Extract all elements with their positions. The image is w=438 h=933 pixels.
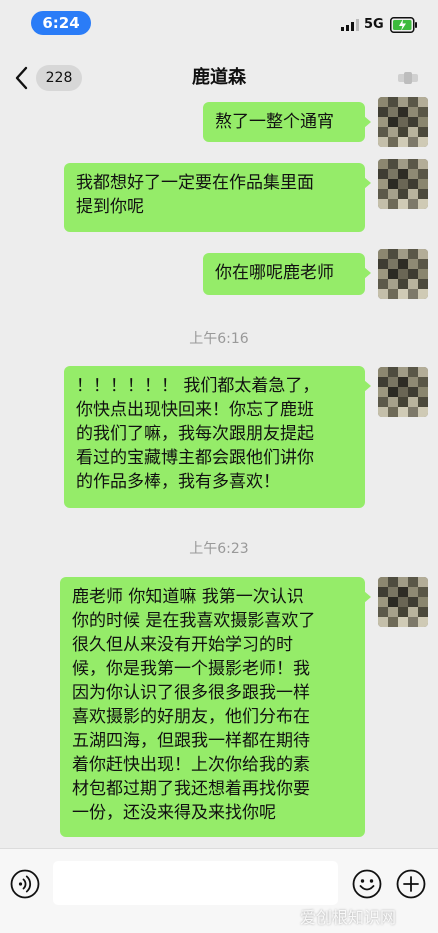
message-bubble[interactable]: 鹿老师 你知道嘛 我第一次认识 你的时候 是在我喜欢摄影喜欢了 很久但从来没有开… <box>60 577 371 837</box>
avatar[interactable] <box>378 159 428 209</box>
chevron-left-icon[interactable] <box>14 66 28 90</box>
watermark: 爱创根知识网 <box>300 908 397 927</box>
chat-title: 鹿道森 <box>192 67 246 88</box>
message-input[interactable] <box>53 861 338 905</box>
avatar[interactable] <box>378 577 428 627</box>
chat-header: 228 鹿道森 <box>0 46 438 108</box>
timestamp: 上午6:23 <box>189 541 249 557</box>
more-dots-icon[interactable] <box>398 70 418 86</box>
avatar[interactable] <box>378 97 428 147</box>
signal-icon <box>341 19 359 31</box>
status-bar: 6:24 5G <box>0 0 438 46</box>
message-bubble[interactable]: 熬了一整个通宵 <box>203 102 371 142</box>
unread-count-badge[interactable]: 228 <box>36 65 82 91</box>
add-icon[interactable] <box>396 869 426 899</box>
timestamp: 上午6:16 <box>189 331 249 347</box>
avatar[interactable] <box>378 367 428 417</box>
message-bubble[interactable]: 我都想好了一定要在作品集里面 提到你呢 <box>64 163 371 232</box>
emoji-icon[interactable] <box>352 869 382 899</box>
avatar[interactable] <box>378 249 428 299</box>
status-time: 6:24 <box>31 11 91 35</box>
voice-icon[interactable] <box>10 869 40 899</box>
message-bubble[interactable]: 你在哪呢鹿老师 <box>203 253 371 295</box>
message-bubble[interactable]: ！！！！！！ 我们都太着急了， 你快点出现快回来！你忘了鹿班 的我们了嘛，我每次… <box>64 366 371 508</box>
battery-charging-icon <box>390 17 417 33</box>
network-type: 5G <box>364 17 384 32</box>
